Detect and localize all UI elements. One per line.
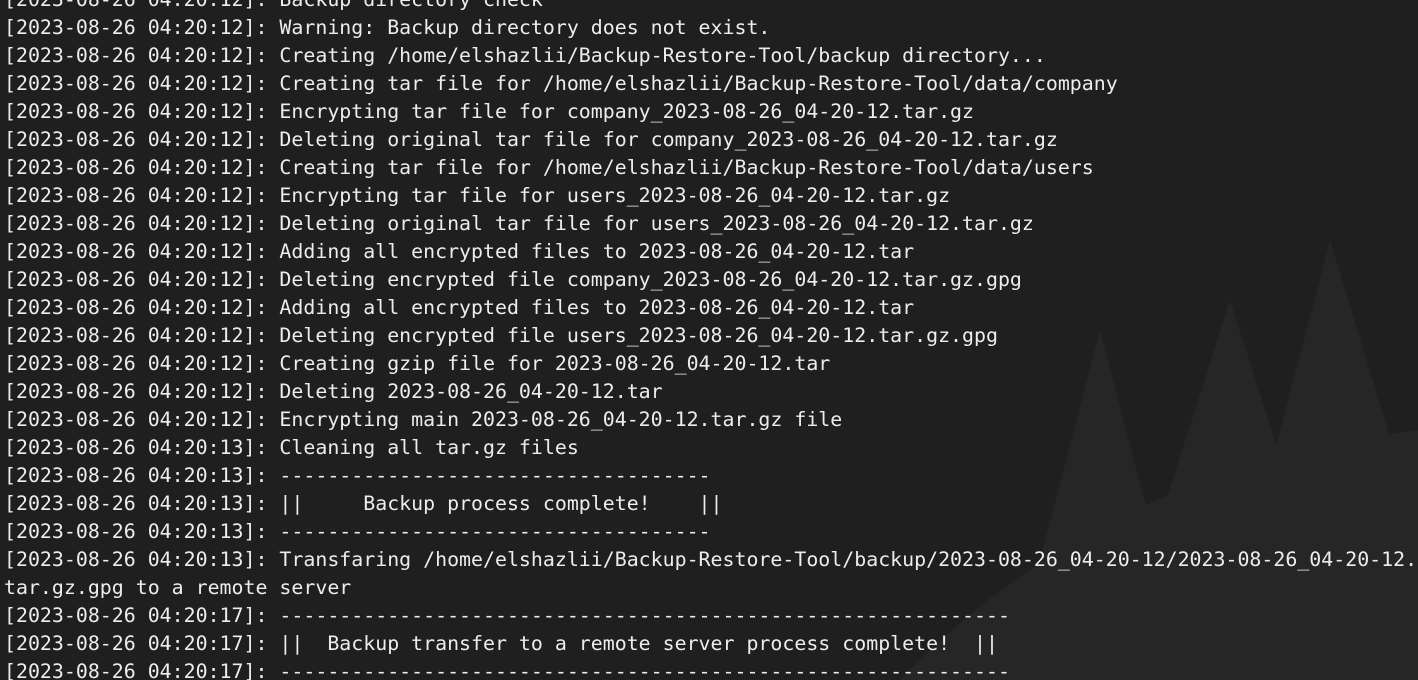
- log-line: [2023-08-26 04:20:12]: Deleting 2023-08-…: [4, 380, 663, 403]
- log-line: [2023-08-26 04:20:13]: Transfaring /home…: [4, 548, 1418, 571]
- log-line: [2023-08-26 04:20:12]: Encrypting main 2…: [4, 408, 843, 431]
- log-line: [2023-08-26 04:20:12]: Backup directory …: [4, 0, 1416, 14]
- log-line: [2023-08-26 04:20:12]: Creating gzip fil…: [4, 352, 831, 375]
- terminal-window[interactable]: [2023-08-26 04:20:12]: Backup directory …: [0, 0, 1418, 680]
- terminal-output: [2023-08-26 04:20:12]: Backup directory …: [4, 0, 1418, 680]
- log-line: [2023-08-26 04:20:17]: || Backup transfe…: [4, 632, 998, 655]
- log-line: [2023-08-26 04:20:13]: -----------------…: [4, 520, 711, 543]
- log-line: [2023-08-26 04:20:12]: Deleting original…: [4, 212, 1034, 235]
- log-line: [2023-08-26 04:20:17]: -----------------…: [4, 660, 1010, 680]
- log-line: [2023-08-26 04:20:12]: Deleting encrypte…: [4, 324, 998, 347]
- log-line: [2023-08-26 04:20:13]: -----------------…: [4, 464, 711, 487]
- log-line: [2023-08-26 04:20:12]: Encrypting tar fi…: [4, 100, 974, 123]
- log-line: [2023-08-26 04:20:17]: -----------------…: [4, 604, 1010, 627]
- log-line: [2023-08-26 04:20:13]: || Backup process…: [4, 492, 723, 515]
- log-line: [2023-08-26 04:20:13]: Cleaning all tar.…: [4, 436, 579, 459]
- log-line: [2023-08-26 04:20:12]: Warning: Backup d…: [4, 16, 771, 39]
- log-line: [2023-08-26 04:20:12]: Encrypting tar fi…: [4, 184, 951, 207]
- log-line: [2023-08-26 04:20:12]: Adding all encryp…: [4, 240, 915, 263]
- log-line: [2023-08-26 04:20:12]: Deleting original…: [4, 128, 1058, 151]
- log-line: [2023-08-26 04:20:12]: Deleting encrypte…: [4, 268, 1022, 291]
- log-line: [2023-08-26 04:20:12]: Creating /home/el…: [4, 44, 1046, 67]
- log-line: [2023-08-26 04:20:12]: Creating tar file…: [4, 72, 1118, 95]
- log-line: [2023-08-26 04:20:12]: Adding all encryp…: [4, 296, 915, 319]
- log-line: tar.gz.gpg to a remote server: [4, 576, 352, 599]
- log-line: [2023-08-26 04:20:12]: Creating tar file…: [4, 156, 1094, 179]
